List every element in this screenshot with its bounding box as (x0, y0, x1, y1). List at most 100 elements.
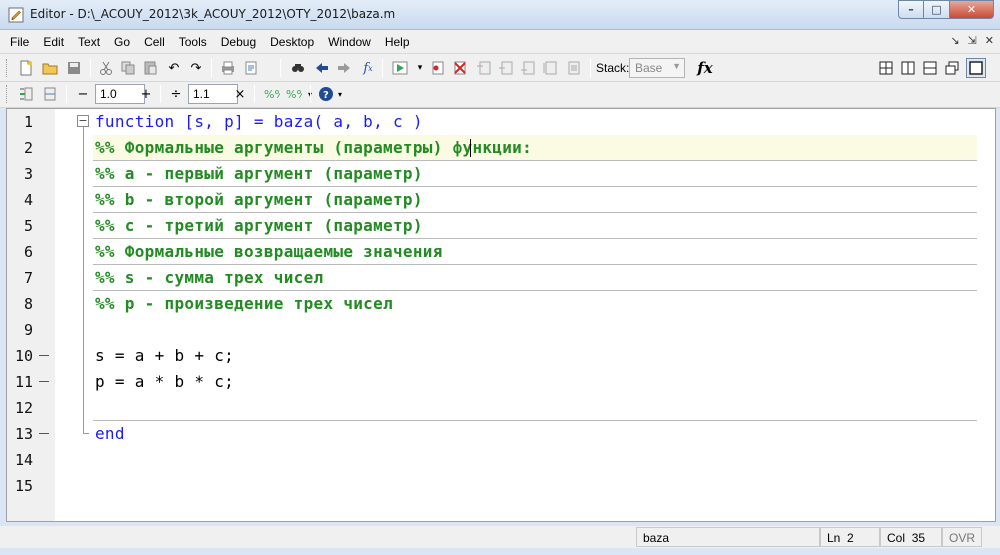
code-line: 13 end (7, 421, 995, 447)
code-text: end (95, 424, 125, 443)
code-line: 1 function [s, p] = baza( a, b, c ) (7, 109, 995, 135)
minimize-button[interactable]: – (898, 0, 924, 19)
increment-button[interactable]: + (136, 84, 156, 104)
copy-icon[interactable] (118, 58, 138, 78)
line-number: 7 (23, 269, 33, 287)
float-icon[interactable] (942, 58, 962, 78)
close-button[interactable]: ✕ (950, 0, 994, 19)
function-browser-icon[interactable]: fx (358, 58, 378, 78)
menu-help[interactable]: Help (385, 35, 410, 49)
step-icon[interactable] (474, 58, 494, 78)
run-icon[interactable] (390, 58, 410, 78)
tile-rows-icon[interactable] (920, 58, 940, 78)
maximize-doc-icon[interactable] (966, 58, 986, 78)
code-line: 11 p = a * b * c; (7, 369, 995, 395)
step-in-icon[interactable] (496, 58, 516, 78)
col-label: Col (887, 531, 906, 545)
close-doc-icon[interactable]: ✕ (985, 34, 994, 47)
code-text: s = a + b + c; (95, 346, 235, 365)
line-number: 14 (14, 451, 33, 469)
back-icon[interactable] (312, 58, 332, 78)
status-ovr: OVR (942, 527, 982, 547)
code-text: %% c - третий аргумент (параметр) (95, 216, 423, 235)
menu-tools[interactable]: Tools (179, 35, 207, 49)
new-file-icon[interactable] (16, 58, 36, 78)
redo-icon[interactable]: ↷ (186, 58, 206, 78)
run-dropdown-icon[interactable]: ▾ (410, 58, 430, 78)
exit-debug-icon[interactable] (564, 58, 584, 78)
breakpoint-set-icon[interactable] (428, 58, 448, 78)
code-line: 2 %% Формальные аргументы (параметры) фу… (7, 135, 995, 161)
undo-icon[interactable]: ↶ (164, 58, 184, 78)
code-line: 15 (7, 473, 995, 499)
line-number: 10 (14, 347, 33, 365)
menu-window[interactable]: Window (328, 35, 371, 49)
line-number: 3 (23, 165, 33, 183)
breakpoint-clear-icon[interactable] (450, 58, 470, 78)
help-glyph: ? (323, 90, 329, 101)
code-line: 7 %% s - сумма трех чисел (7, 265, 995, 291)
line-number: 2 (23, 139, 33, 157)
line-number: 5 (23, 217, 33, 235)
executable-line-marker[interactable] (39, 381, 49, 382)
menu-cell[interactable]: Cell (144, 35, 165, 49)
stack-label: Stack: (596, 61, 630, 75)
ln-value: 2 (847, 531, 854, 545)
maximize-button[interactable]: □ (924, 0, 950, 19)
divide-button[interactable]: ÷ (166, 84, 186, 104)
chevron-down-icon: ▼ (672, 61, 681, 71)
code-line: 8 %% p - произведение трех чисел (7, 291, 995, 317)
code-line: 3 %% a - первый аргумент (параметр) (7, 161, 995, 187)
find-files-icon[interactable] (242, 58, 262, 78)
code-line: 12 (7, 395, 995, 421)
menu-go[interactable]: Go (114, 35, 130, 49)
code-editor[interactable]: − 1 function [s, p] = baza( a, b, c ) 2 … (6, 108, 996, 522)
line-number: 11 (14, 373, 33, 391)
decrement-button[interactable]: − (73, 84, 93, 104)
stack-select[interactable]: Base ▼ (629, 58, 685, 78)
code-text: %% b - второй аргумент (параметр) (95, 190, 423, 209)
ln-label: Ln (827, 531, 841, 545)
dock-icon[interactable]: ↘ (950, 34, 959, 47)
save-icon[interactable] (64, 58, 84, 78)
undock-icon[interactable]: ⇲ (968, 34, 977, 47)
find-icon[interactable] (288, 58, 308, 78)
main-toolbar: ↶ ↷ fx ▾ Stack: Base ▼ fx (0, 54, 1000, 82)
status-function-name: baza (636, 527, 820, 547)
title-bar: Editor - D:\_ACOUY_2012\3k_ACOUY_2012\OT… (0, 0, 1000, 30)
code-line: 6 %% Формальные возвращаемые значения (7, 239, 995, 265)
help-dropdown-icon[interactable]: ▾ (330, 84, 350, 104)
window-title: Editor - D:\_ACOUY_2012\3k_ACOUY_2012\OT… (30, 7, 396, 21)
code-line: 9 (7, 317, 995, 343)
code-line: 4 %% b - второй аргумент (параметр) (7, 187, 995, 213)
code-line: 14 (7, 447, 995, 473)
tile-grid-icon[interactable] (876, 58, 896, 78)
tile-columns-icon[interactable] (898, 58, 918, 78)
insert-cell-divider-icon[interactable] (16, 84, 36, 104)
executable-line-marker[interactable] (39, 355, 49, 356)
menu-debug[interactable]: Debug (221, 35, 256, 49)
forward-icon[interactable] (334, 58, 354, 78)
cut-icon[interactable] (96, 58, 116, 78)
continue-icon[interactable] (540, 58, 560, 78)
paste-icon[interactable] (140, 58, 160, 78)
menu-file[interactable]: File (10, 35, 29, 49)
code-line: 10 s = a + b + c; (7, 343, 995, 369)
cell-divider-icon[interactable] (40, 84, 60, 104)
code-text: %% s - сумма трех чисел (95, 268, 324, 287)
status-line: Ln 2 (820, 527, 880, 547)
print-icon[interactable] (218, 58, 238, 78)
menu-desktop[interactable]: Desktop (270, 35, 314, 49)
line-number: 8 (23, 295, 33, 313)
menu-edit[interactable]: Edit (43, 35, 64, 49)
menu-text[interactable]: Text (78, 35, 100, 49)
step-out-icon[interactable] (518, 58, 538, 78)
text-cursor (470, 139, 471, 157)
line-number: 15 (14, 477, 33, 495)
eval-cell-icon[interactable]: %% (262, 84, 282, 104)
toolbar-grip (6, 85, 9, 103)
open-folder-icon[interactable] (40, 58, 60, 78)
executable-line-marker[interactable] (39, 433, 49, 434)
fx-icon[interactable]: fx (695, 58, 715, 78)
multiply-button[interactable]: × (230, 84, 250, 104)
